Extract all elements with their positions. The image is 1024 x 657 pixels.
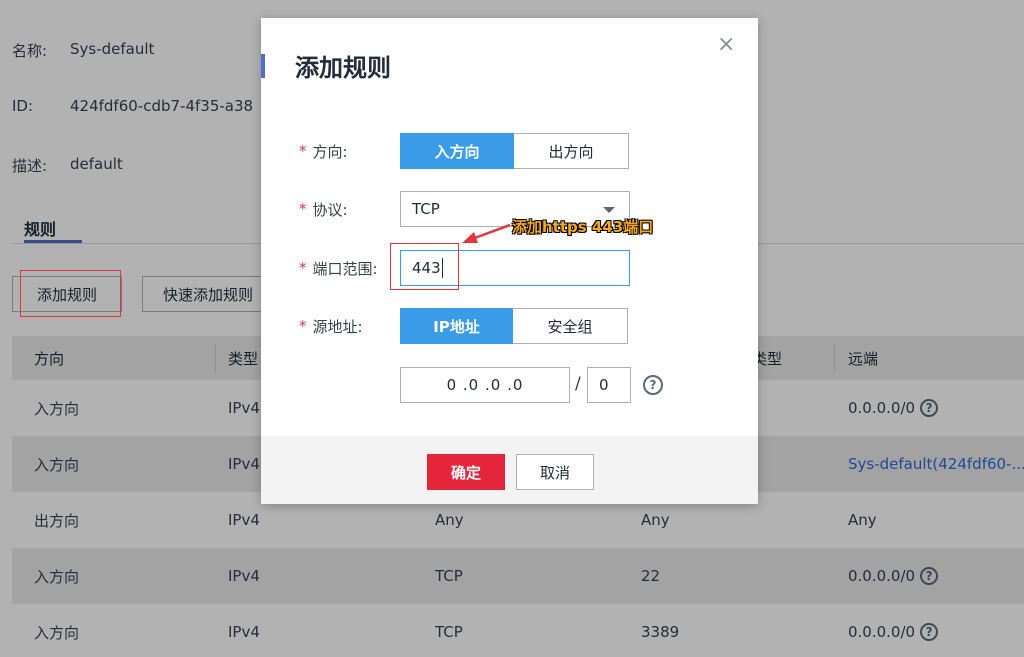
source-security-group-option[interactable]: 安全组 — [513, 308, 628, 344]
add-rule-dialog: 添加规则 × * 方向: 入方向 出方向 * 协议: TCP * 端口范围: 4… — [261, 18, 758, 504]
cidr-slash: / — [575, 374, 581, 394]
dialog-footer: 确定 取消 — [261, 436, 758, 504]
source-address-label: * 源地址: — [299, 309, 363, 343]
required-mark: * — [299, 317, 307, 335]
annotation-text: 添加https 443端口 — [512, 218, 654, 236]
confirm-button[interactable]: 确定 — [427, 454, 505, 490]
port-range-label: * 端口范围: — [299, 251, 378, 285]
cidr-mask-input[interactable]: 0 — [587, 367, 631, 403]
direction-label: * 方向: — [299, 134, 348, 168]
direction-outbound-option[interactable]: 出方向 — [514, 133, 629, 169]
required-mark: * — [299, 200, 307, 218]
help-icon[interactable]: ? — [643, 375, 663, 395]
protocol-label-text: 协议: — [312, 200, 348, 219]
close-icon[interactable]: × — [717, 32, 735, 57]
title-accent-bar — [261, 54, 265, 78]
port-highlight-box — [390, 243, 459, 290]
source-ip-option[interactable]: IP地址 — [400, 308, 513, 344]
ip-address-input[interactable]: 0 .0 .0 .0 — [400, 367, 570, 403]
required-mark: * — [299, 142, 307, 160]
direction-label-text: 方向: — [312, 142, 348, 161]
port-range-label-text: 端口范围: — [312, 259, 378, 278]
cancel-button[interactable]: 取消 — [516, 454, 594, 490]
chevron-down-icon — [603, 207, 615, 213]
dialog-title: 添加规则 — [295, 54, 391, 82]
annotation-arrow-icon — [462, 223, 511, 243]
source-type-toggle: IP地址 安全组 — [400, 308, 628, 344]
protocol-label: * 协议: — [299, 192, 348, 226]
direction-inbound-option[interactable]: 入方向 — [400, 133, 514, 169]
source-address-label-text: 源地址: — [312, 317, 363, 336]
required-mark: * — [299, 259, 307, 277]
direction-toggle: 入方向 出方向 — [400, 133, 629, 169]
protocol-select-value: TCP — [412, 200, 440, 218]
add-rule-highlight-box — [20, 270, 121, 317]
